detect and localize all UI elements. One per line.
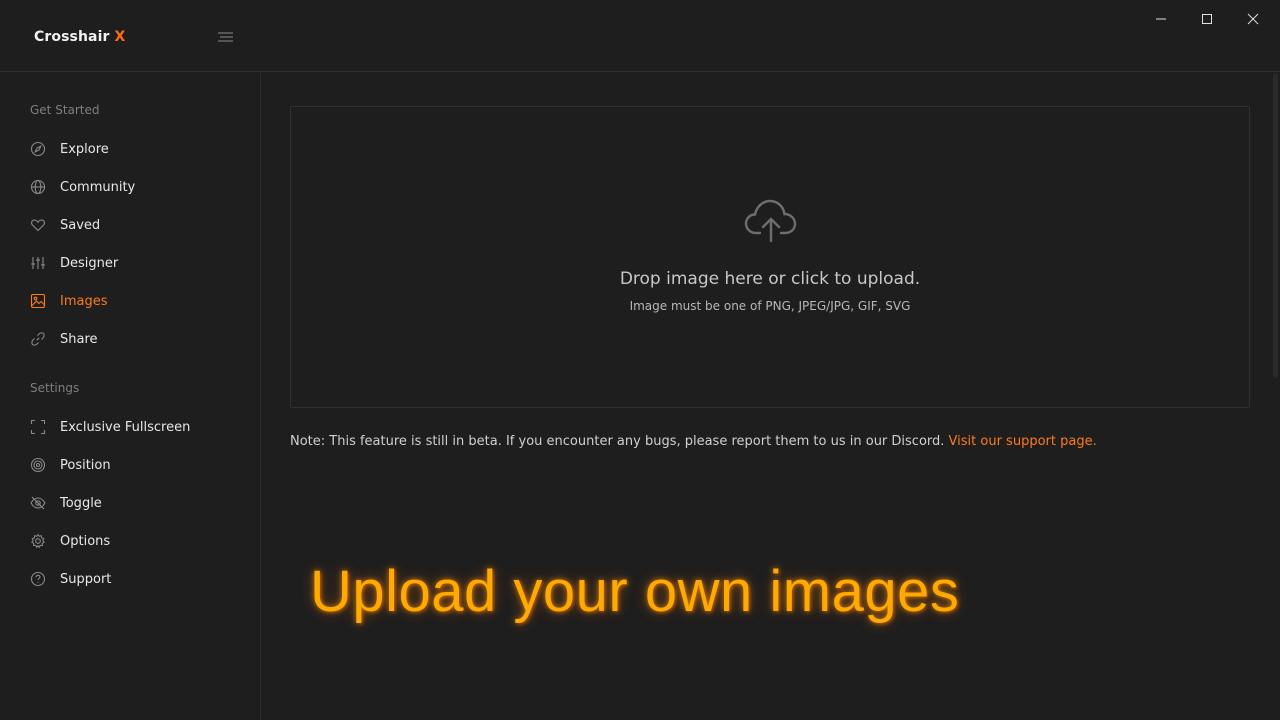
dropzone-subtitle: Image must be one of PNG, JPEG/JPG, GIF,… (629, 299, 911, 313)
image-dropzone[interactable]: Drop image here or click to upload. Imag… (290, 106, 1250, 408)
sidebar-item-support[interactable]: Support (30, 566, 240, 592)
sliders-icon (31, 257, 45, 269)
sidebar-item-images[interactable]: Images (30, 288, 240, 314)
support-page-link[interactable]: Visit our support page. (949, 434, 1097, 449)
sidebar-item-community[interactable]: Community (30, 174, 240, 200)
sidebar-item-label: Position (60, 457, 111, 473)
sidebar-item-label: Exclusive Fullscreen (60, 419, 191, 435)
target-icon (30, 457, 46, 473)
minimize-icon[interactable] (1150, 8, 1172, 30)
title-bar: Crosshair X (0, 0, 1280, 72)
globe-icon (30, 179, 46, 195)
beta-note-text: Note: This feature is still in beta. If … (290, 434, 949, 449)
sidebar-item-position[interactable]: Position (30, 452, 240, 478)
eye-off-icon (30, 496, 46, 510)
sidebar-item-label: Community (60, 179, 136, 195)
sidebar-item-designer[interactable]: Designer (30, 250, 240, 276)
sidebar-item-explore[interactable]: Explore (30, 136, 240, 162)
scrollbar-thumb[interactable] (1273, 73, 1278, 378)
sidebar-item-label: Support (60, 571, 112, 587)
sidebar-item-exclusive-fullscreen[interactable]: Exclusive Fullscreen (30, 414, 240, 440)
sidebar-item-options[interactable]: Options (30, 528, 240, 554)
sidebar-item-label: Saved (60, 217, 101, 233)
sidebar-item-share[interactable]: Share (30, 326, 240, 352)
sidebar-item-label: Options (60, 533, 111, 549)
beta-note: Note: This feature is still in beta. If … (290, 434, 1097, 449)
sidebar-item-label: Images (60, 293, 108, 309)
sidebar-item-toggle[interactable]: Toggle (30, 490, 240, 516)
hamburger-menu-icon[interactable] (215, 29, 235, 45)
image-icon (30, 293, 46, 309)
brand-name: Crosshair (34, 29, 110, 45)
cloud-upload-icon (744, 199, 797, 243)
help-circle-icon (30, 571, 46, 587)
sidebar-item-label: Toggle (60, 495, 102, 511)
close-icon[interactable] (1242, 8, 1264, 30)
sidebar-item-label: Share (60, 331, 98, 347)
compass-icon (30, 141, 46, 157)
fullscreen-icon (30, 419, 46, 435)
gear-icon (31, 533, 45, 549)
sidebar-item-saved[interactable]: Saved (30, 212, 240, 238)
link-icon (31, 332, 45, 346)
promo-caption: Upload your own images (310, 559, 960, 624)
dropzone-title: Drop image here or click to upload. (619, 269, 921, 289)
section-label-settings: Settings (30, 381, 80, 395)
maximize-icon[interactable] (1196, 8, 1218, 30)
heart-icon (31, 219, 45, 232)
sidebar-item-label: Designer (60, 255, 119, 271)
brand-accent: X (114, 29, 126, 45)
section-label-get-started: Get Started (30, 103, 100, 117)
sidebar-item-label: Explore (60, 141, 109, 157)
app-logo: Crosshair X (34, 29, 125, 45)
sidebar: Get Started Explore Community Saved Desi… (0, 73, 261, 720)
